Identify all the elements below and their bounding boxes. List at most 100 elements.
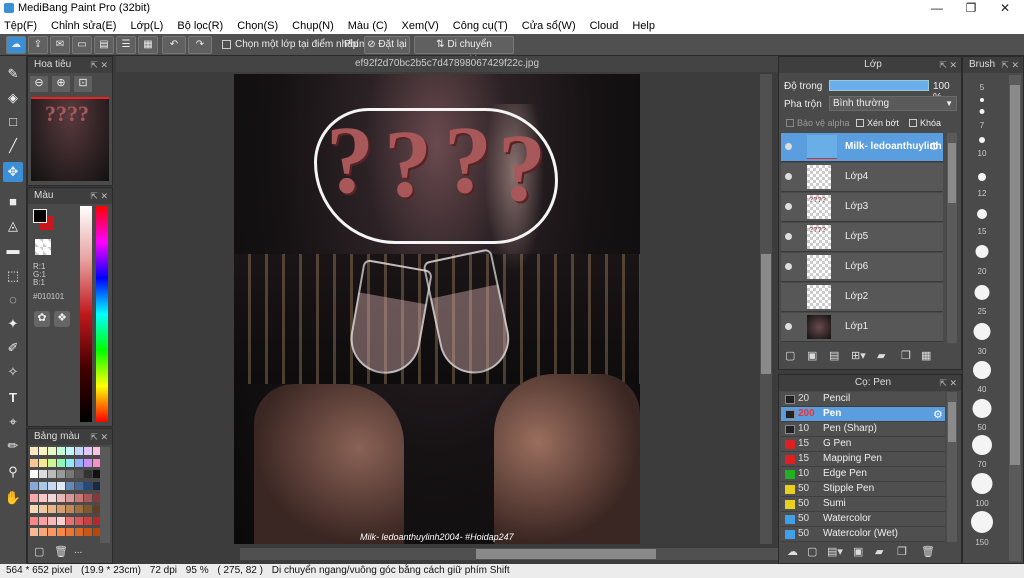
- duplicate-brush-icon[interactable]: ❐: [897, 545, 907, 558]
- eye-icon[interactable]: [785, 323, 792, 330]
- lasso-tool-icon[interactable]: ◌: [3, 290, 23, 310]
- menu-tools[interactable]: Công cụ(T): [453, 20, 508, 32]
- fill-rect-tool-icon[interactable]: ■: [3, 192, 23, 212]
- layer-row[interactable]: Lớp4: [781, 163, 943, 192]
- hand-tool-icon[interactable]: ✋: [3, 488, 23, 508]
- fit-icon[interactable]: ⊡: [74, 76, 92, 92]
- layer-row[interactable]: Lớp2: [781, 283, 943, 312]
- layer-row[interactable]: Milk- ledoanthuylinh ⚙: [781, 133, 943, 162]
- eyedropper-icon[interactable]: ⚲: [3, 462, 23, 482]
- brush-size-option[interactable]: 30: [963, 323, 1001, 359]
- delete-swatch-icon[interactable]: 🗑: [54, 545, 68, 558]
- panel-menu-icon[interactable]: ⇱ ✕: [1001, 57, 1019, 73]
- navigator-preview[interactable]: ????: [31, 97, 109, 181]
- rect-tool-icon[interactable]: □: [3, 112, 23, 132]
- panel-menu-icon[interactable]: ⇱ ✕: [90, 57, 108, 73]
- eye-icon[interactable]: [785, 263, 792, 270]
- brush-size-scroll-thumb[interactable]: [1010, 85, 1020, 465]
- brush-size-option[interactable]: 20: [963, 245, 1001, 281]
- list-icon[interactable]: ☰: [116, 36, 136, 54]
- palette-icon[interactable]: ❖: [54, 311, 70, 327]
- brush-size-option[interactable]: 40: [963, 361, 1001, 397]
- bucket-tool-icon[interactable]: ◬: [3, 216, 23, 236]
- move-direction-button[interactable]: ⇅ Di chuyển ngang/dọc: [414, 36, 514, 66]
- brush-row[interactable]: 10 Edge Pen: [781, 467, 945, 482]
- menu-cloud[interactable]: Cloud: [590, 20, 619, 32]
- redo-icon[interactable]: ↷: [188, 36, 212, 54]
- layer-row[interactable]: Lớp1: [781, 313, 943, 342]
- menu-snap[interactable]: Chụp(N): [292, 20, 334, 32]
- folder-icon[interactable]: ▰: [877, 349, 885, 362]
- brush-size-option[interactable]: 25: [963, 285, 1001, 321]
- undo-icon[interactable]: ↶: [162, 36, 186, 54]
- brush-size-option[interactable]: 10: [963, 137, 1001, 167]
- new-brush-icon[interactable]: ▢: [807, 545, 817, 558]
- eraser-tool-icon[interactable]: ◈: [3, 88, 23, 108]
- lock-checkbox[interactable]: [909, 119, 917, 127]
- brightness-slider[interactable]: [80, 206, 92, 422]
- swatch-scrollbar[interactable]: [100, 447, 110, 543]
- maximize-icon[interactable]: ❐: [954, 0, 988, 17]
- zoom-in-icon[interactable]: ⊕: [52, 76, 70, 92]
- panel-menu-icon[interactable]: ⇱ ✕: [90, 188, 108, 204]
- merge-layer-icon[interactable]: ▦: [921, 349, 931, 362]
- menu-filter[interactable]: Bộ lọc(R): [177, 20, 223, 32]
- clipping-checkbox[interactable]: [856, 119, 864, 127]
- line-tool-icon[interactable]: ╱: [3, 136, 23, 156]
- brush-row[interactable]: 10 Pen (Sharp): [781, 422, 945, 437]
- brush-row[interactable]: 15 Mapping Pen: [781, 452, 945, 467]
- menu-view[interactable]: Xem(V): [401, 20, 438, 32]
- menu-color[interactable]: Màu (C): [348, 20, 388, 32]
- new-halftone-layer-icon[interactable]: ▣: [807, 349, 817, 362]
- snap-checkbox[interactable]: [222, 40, 231, 49]
- layer-row[interactable]: ???? Lớp3: [781, 193, 943, 222]
- brush-size-scrollbar[interactable]: [1009, 75, 1021, 561]
- share-icon[interactable]: ⇪: [28, 36, 48, 54]
- eye-icon[interactable]: [785, 143, 792, 150]
- brush-row[interactable]: 50 Watercolor (Wet): [781, 527, 945, 542]
- layer-scroll-thumb[interactable]: [948, 143, 956, 203]
- brush-row[interactable]: 50 Sumi: [781, 497, 945, 512]
- comment-icon[interactable]: ✉: [50, 36, 70, 54]
- hue-slider[interactable]: [96, 206, 108, 422]
- vertical-scroll-thumb[interactable]: [761, 254, 771, 374]
- color-wheel-icon[interactable]: ✿: [34, 311, 50, 327]
- bubble-icon[interactable]: ▭: [72, 36, 92, 54]
- minimize-icon[interactable]: —: [920, 0, 954, 17]
- add-layer-dropdown-icon[interactable]: ⊞▾: [851, 349, 866, 362]
- brush-row[interactable]: 200 Pen ⚙: [781, 407, 945, 422]
- protect-alpha-checkbox[interactable]: [786, 119, 794, 127]
- menu-help[interactable]: Help: [632, 20, 655, 32]
- menu-window[interactable]: Cửa sổ(W): [522, 20, 576, 32]
- brush-row[interactable]: 50 Watercolor: [781, 512, 945, 527]
- divide-tool-icon[interactable]: ⌖: [3, 412, 23, 432]
- cloud-brush-icon[interactable]: ☁: [787, 545, 798, 558]
- select-rect-icon[interactable]: ⬚: [3, 266, 23, 286]
- add-brush-dropdown-icon[interactable]: ▤▾: [827, 545, 843, 558]
- delete-brush-icon[interactable]: 🗑: [921, 545, 935, 558]
- close-icon[interactable]: ✕: [988, 0, 1022, 17]
- horizontal-scroll-thumb[interactable]: [476, 549, 656, 559]
- zoom-out-icon[interactable]: ⊖: [30, 76, 48, 92]
- duplicate-layer-icon[interactable]: ❐: [901, 349, 911, 362]
- brush-size-option[interactable]: 7: [963, 109, 1001, 137]
- gear-icon[interactable]: ⚙: [929, 140, 939, 153]
- grid-icon[interactable]: ▦: [138, 36, 158, 54]
- menu-select[interactable]: Chọn(S): [237, 20, 278, 32]
- menu-edit[interactable]: Chỉnh sửa(E): [51, 20, 116, 32]
- transparent-color-swatch[interactable]: [35, 239, 51, 255]
- brush-row[interactable]: 20 Pencil: [781, 392, 945, 407]
- layer-scrollbar[interactable]: [947, 133, 957, 343]
- canvas-vertical-scrollbar[interactable]: [760, 74, 772, 544]
- blur-tool-icon[interactable]: ✏: [3, 436, 23, 456]
- gear-icon[interactable]: ⚙: [933, 408, 943, 421]
- new-swatch-icon[interactable]: ▢: [34, 545, 44, 558]
- brush-scroll-thumb[interactable]: [948, 402, 956, 442]
- blend-select[interactable]: Bình thường ▼: [829, 96, 957, 111]
- document-tab[interactable]: ef92f2d70bc2b5c7d47898067429f22c.jpg: [116, 56, 778, 72]
- page-icon[interactable]: ▤: [94, 36, 114, 54]
- reset-button[interactable]: ⊘ Đặt lại: [364, 36, 410, 54]
- eye-icon[interactable]: [785, 173, 792, 180]
- layer-row[interactable]: ???? Lớp5: [781, 223, 943, 252]
- move-tool-icon[interactable]: ✥: [3, 162, 23, 182]
